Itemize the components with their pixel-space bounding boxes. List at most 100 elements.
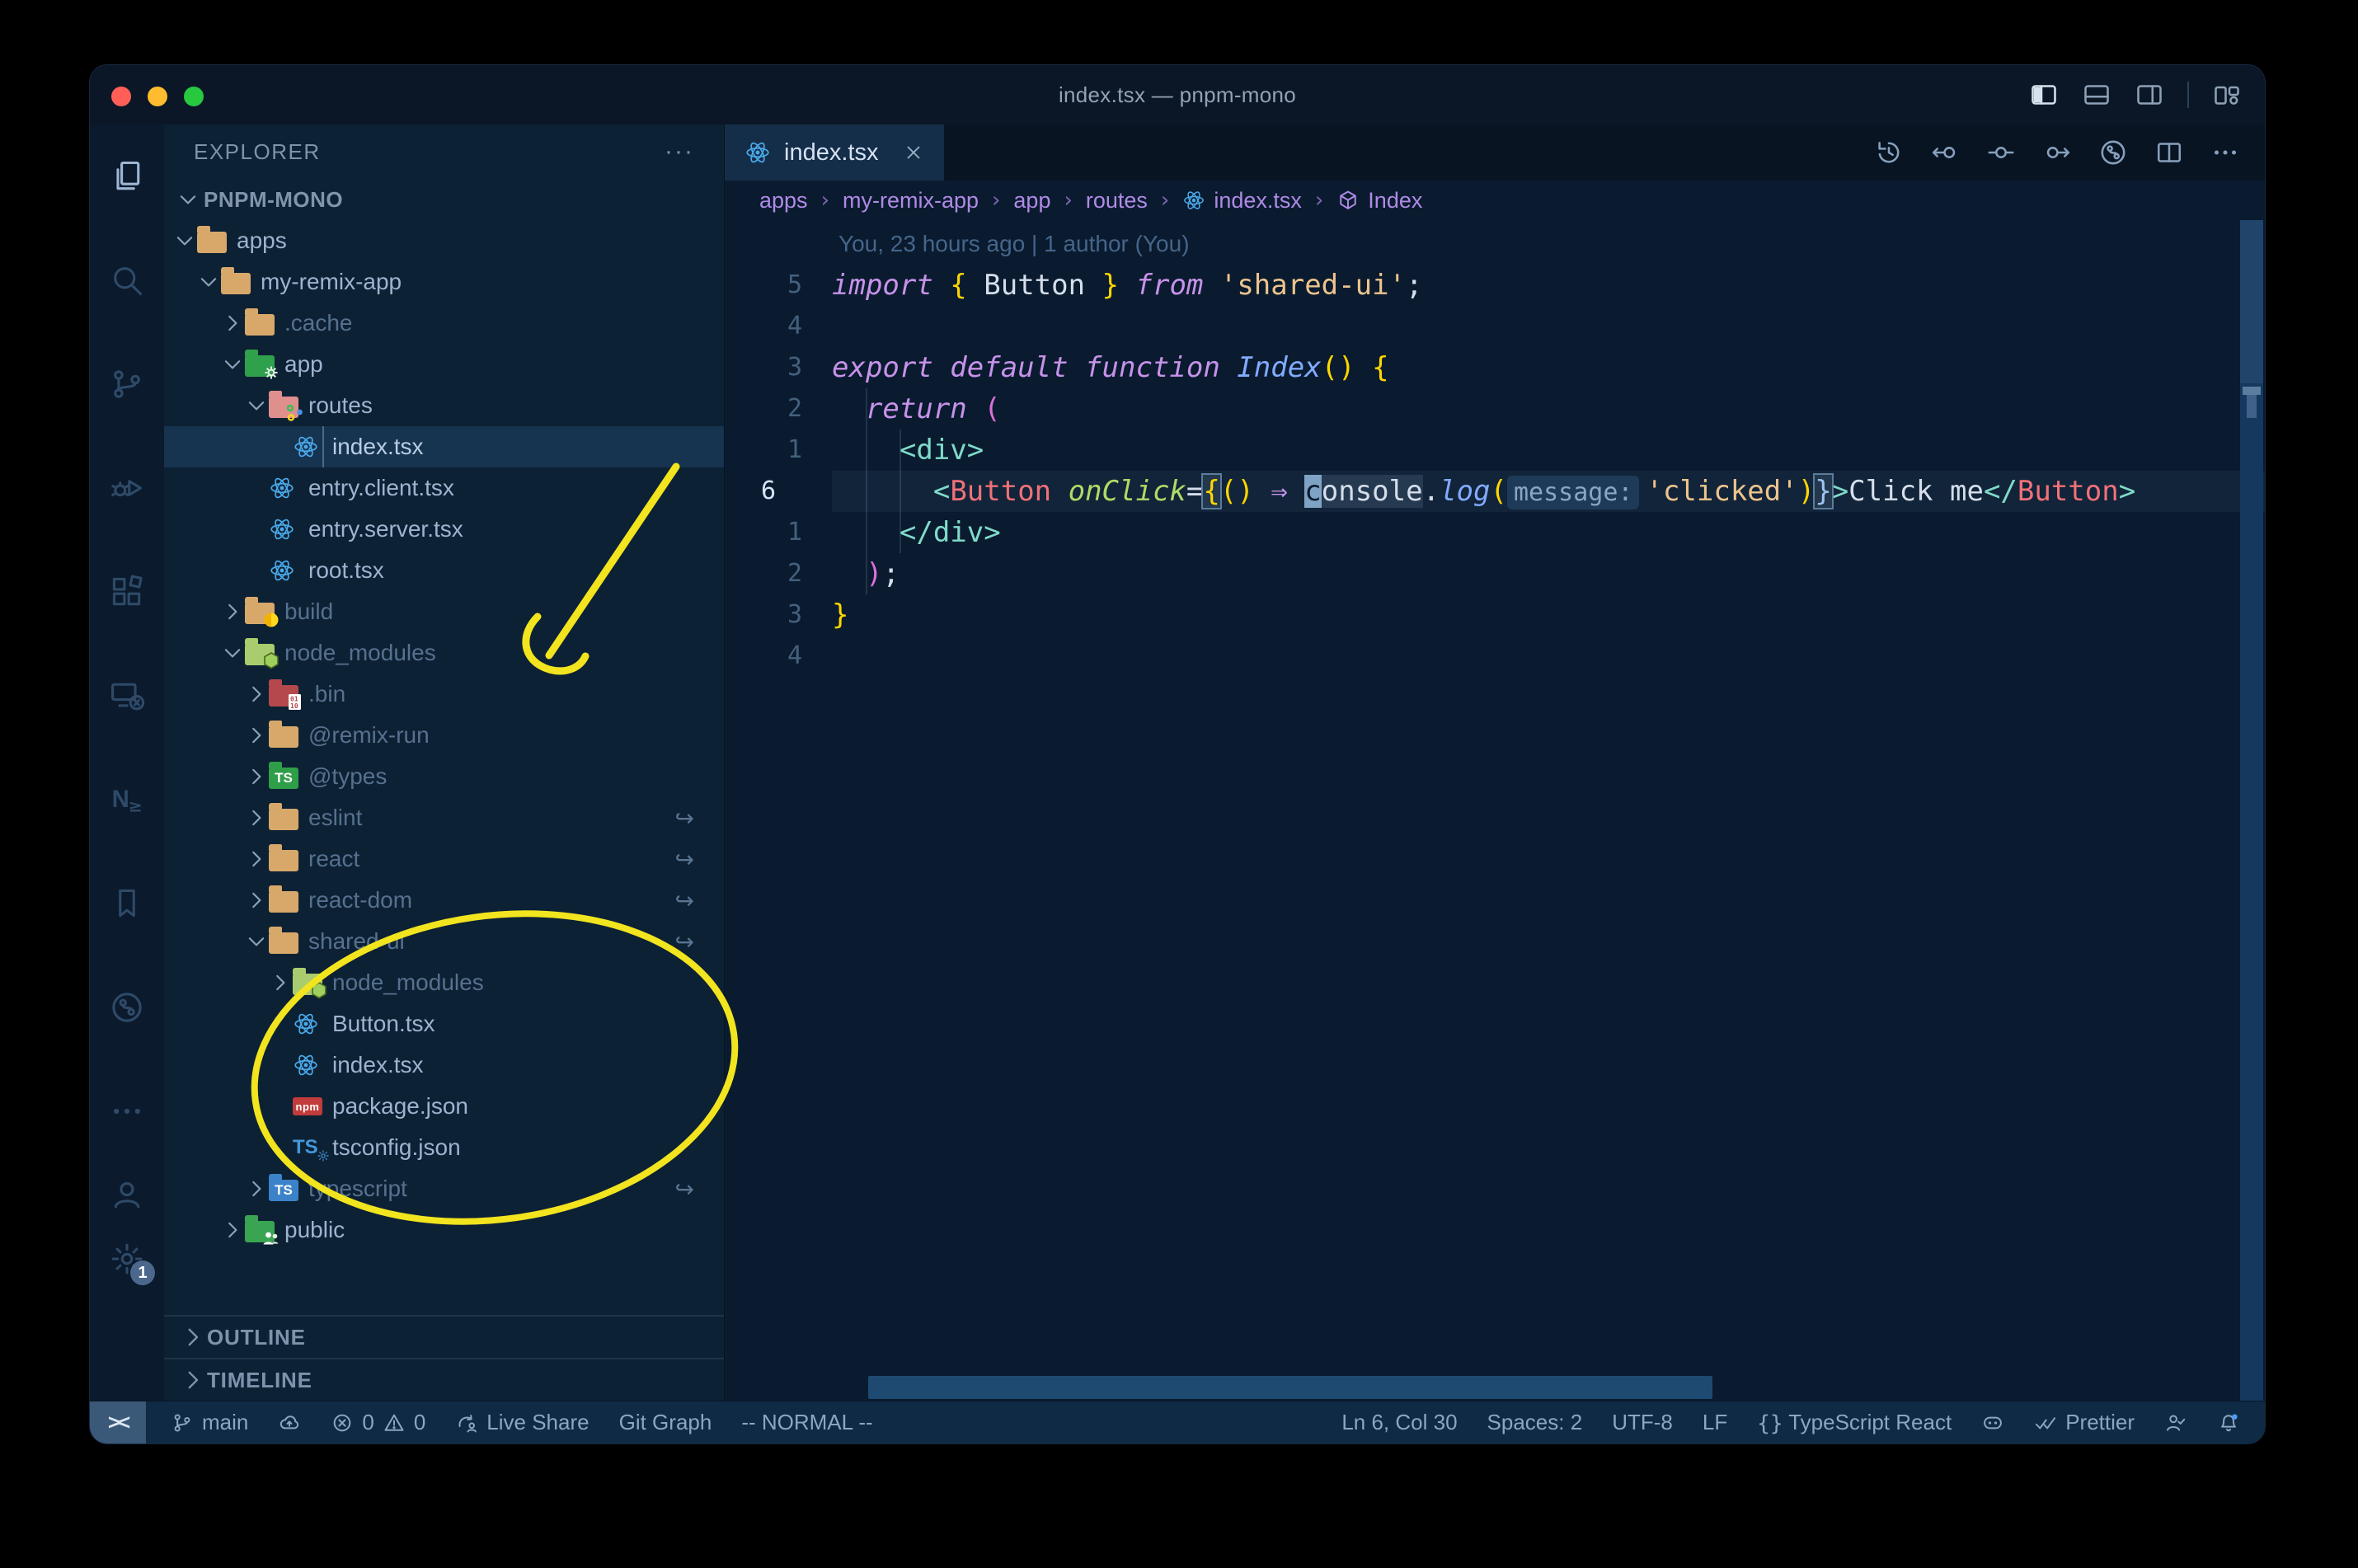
chevron-right-icon[interactable]	[244, 805, 269, 830]
activity-nx-console-icon[interactable]: N ≥	[90, 748, 164, 852]
history-icon[interactable]	[1874, 138, 1904, 167]
layout-custom-icon[interactable]	[2212, 80, 2242, 110]
chevron-right-icon[interactable]	[220, 311, 245, 336]
breadcrumb-my-remix-app[interactable]: my-remix-app	[843, 188, 979, 214]
chevron-right-icon[interactable]	[244, 764, 269, 789]
zoom-window-button[interactable]	[184, 87, 204, 106]
nav-dash-icon[interactable]	[1986, 138, 2016, 167]
tree-item-typescript[interactable]: TS typescript ↪	[164, 1168, 724, 1209]
circle-branch-icon[interactable]	[2098, 138, 2128, 167]
code-area[interactable]: You, 23 hours ago | 1 author (You) 5 impor…	[725, 220, 2265, 1401]
vertical-scrollbar[interactable]	[2240, 220, 2263, 1401]
tree-item-index.tsx[interactable]: index.tsx	[164, 426, 724, 467]
status-eol[interactable]: LF	[1703, 1410, 1727, 1435]
tree-item-public[interactable]: public	[164, 1209, 724, 1251]
chevron-right-icon[interactable]	[244, 847, 269, 871]
remote-indicator[interactable]: ><	[90, 1401, 146, 1444]
chevron-right-icon[interactable]	[244, 888, 269, 913]
breadcrumb-apps[interactable]: apps	[759, 188, 808, 214]
status-indentation[interactable]: Spaces: 2	[1487, 1410, 1583, 1435]
tree-item-entry.client.tsx[interactable]: entry.client.tsx	[164, 467, 724, 509]
tree-item-my-remix-app[interactable]: my-remix-app	[164, 261, 724, 303]
tab-close-icon[interactable]	[903, 142, 924, 163]
tree-item-apps[interactable]: apps	[164, 220, 724, 261]
chevron-down-icon[interactable]	[220, 352, 245, 377]
tree-item-.cache[interactable]: .cache	[164, 303, 724, 344]
tree-item-node_modules[interactable]: node_modules	[164, 632, 724, 674]
nav-fwd-icon[interactable]	[2042, 138, 2072, 167]
chevron-right-icon[interactable]	[268, 970, 293, 995]
breadcrumb-app[interactable]: app	[1013, 188, 1050, 214]
chevron-down-icon[interactable]	[176, 187, 200, 212]
status-vim-mode[interactable]: -- NORMAL --	[741, 1410, 872, 1435]
minimize-window-button[interactable]	[148, 87, 167, 106]
chevron-down-icon[interactable]	[196, 270, 221, 294]
activity-bookmarks-icon[interactable]	[90, 852, 164, 955]
tree-item-@remix-run[interactable]: @remix-run	[164, 715, 724, 756]
tree-item-tsconfig.json[interactable]: TS tsconfig.json	[164, 1127, 724, 1168]
activity-search-icon[interactable]	[90, 228, 164, 332]
chevron-right-icon[interactable]	[220, 1218, 245, 1242]
tree-item-routes[interactable]: routes	[164, 385, 724, 426]
tree-item-entry.server.tsx[interactable]: entry.server.tsx	[164, 509, 724, 550]
status-cursor-position[interactable]: Ln 6, Col 30	[1341, 1410, 1457, 1435]
status-live-share[interactable]: Live Share	[455, 1410, 590, 1435]
sidebar-section-outline[interactable]: OUTLINE	[164, 1315, 724, 1358]
breadcrumb-routes[interactable]: routes	[1086, 188, 1148, 214]
activity-git-graph-icon[interactable]	[90, 955, 164, 1059]
tree-item-node_modules[interactable]: node_modules	[164, 962, 724, 1003]
status-branch[interactable]: main	[171, 1410, 248, 1435]
tree-item-eslint[interactable]: eslint ↪	[164, 797, 724, 838]
activity-account-icon[interactable]	[109, 1176, 145, 1213]
layout-panel-icon[interactable]	[2082, 80, 2111, 110]
tab-index-tsx[interactable]: index.tsx	[725, 124, 944, 181]
split-icon[interactable]	[2154, 138, 2184, 167]
tree-item-react[interactable]: react ↪	[164, 838, 724, 880]
tree-item-root.tsx[interactable]: root.tsx	[164, 550, 724, 591]
horizontal-scrollbar-thumb[interactable]	[868, 1376, 1712, 1399]
breadcrumb-index.tsx[interactable]: index.tsx	[1182, 188, 1302, 214]
status-prettier[interactable]: Prettier	[2034, 1410, 2135, 1435]
explorer-more-actions-icon[interactable]: ···	[665, 138, 694, 166]
nav-back-icon[interactable]	[1930, 138, 1960, 167]
layout-sidebar-icon[interactable]	[2029, 80, 2059, 110]
chevron-down-icon[interactable]	[220, 641, 245, 665]
status-copilot[interactable]	[1981, 1411, 2004, 1434]
activity-run-debug-icon[interactable]	[90, 436, 164, 540]
status-sync[interactable]	[278, 1411, 301, 1434]
vertical-scrollbar-thumb[interactable]	[2240, 220, 2263, 383]
tree-item-build[interactable]: build	[164, 591, 724, 632]
tree-item-index.tsx[interactable]: index.tsx	[164, 1045, 724, 1086]
chevron-right-icon[interactable]	[244, 1176, 269, 1201]
close-window-button[interactable]	[111, 87, 131, 106]
status-feedback[interactable]	[2164, 1411, 2187, 1434]
tree-item-react-dom[interactable]: react-dom ↪	[164, 880, 724, 921]
activity-more-views-icon[interactable]	[90, 1059, 164, 1163]
chevron-right-icon[interactable]	[220, 599, 245, 624]
activity-source-control-icon[interactable]	[90, 332, 164, 436]
chevron-down-icon[interactable]	[244, 929, 269, 954]
status-notifications[interactable]	[2217, 1411, 2240, 1434]
activity-extensions-icon[interactable]	[90, 540, 164, 644]
status-language[interactable]: {} TypeScript React	[1757, 1410, 1952, 1436]
chevron-down-icon[interactable]	[172, 228, 197, 253]
tree-item-shared-ui[interactable]: shared-ui ↪	[164, 921, 724, 962]
status-problems[interactable]: 00	[331, 1410, 425, 1435]
tree-item-app[interactable]: app	[164, 344, 724, 385]
tree-item-Button.tsx[interactable]: Button.tsx	[164, 1003, 724, 1045]
sidebar-section-timeline[interactable]: TIMELINE	[164, 1358, 724, 1401]
chevron-down-icon[interactable]	[244, 393, 269, 418]
workspace-root[interactable]: PNPM-MONO	[164, 179, 724, 220]
tree-item-@types[interactable]: TS @types	[164, 756, 724, 797]
tree-item-.bin[interactable]: 01 10 .bin	[164, 674, 724, 715]
chevron-right-icon[interactable]	[244, 723, 269, 748]
activity-settings-icon[interactable]: 1	[109, 1241, 155, 1285]
more-icon[interactable]	[2210, 138, 2240, 167]
activity-explorer-icon[interactable]	[90, 124, 164, 228]
status-git-graph[interactable]: Git Graph	[619, 1410, 712, 1435]
status-encoding[interactable]: UTF-8	[1612, 1410, 1673, 1435]
chevron-right-icon[interactable]	[244, 682, 269, 707]
activity-remote-explorer-icon[interactable]	[90, 644, 164, 748]
tree-item-package.json[interactable]: npm package.json	[164, 1086, 724, 1127]
breadcrumb-Index[interactable]: Index	[1336, 188, 1422, 214]
